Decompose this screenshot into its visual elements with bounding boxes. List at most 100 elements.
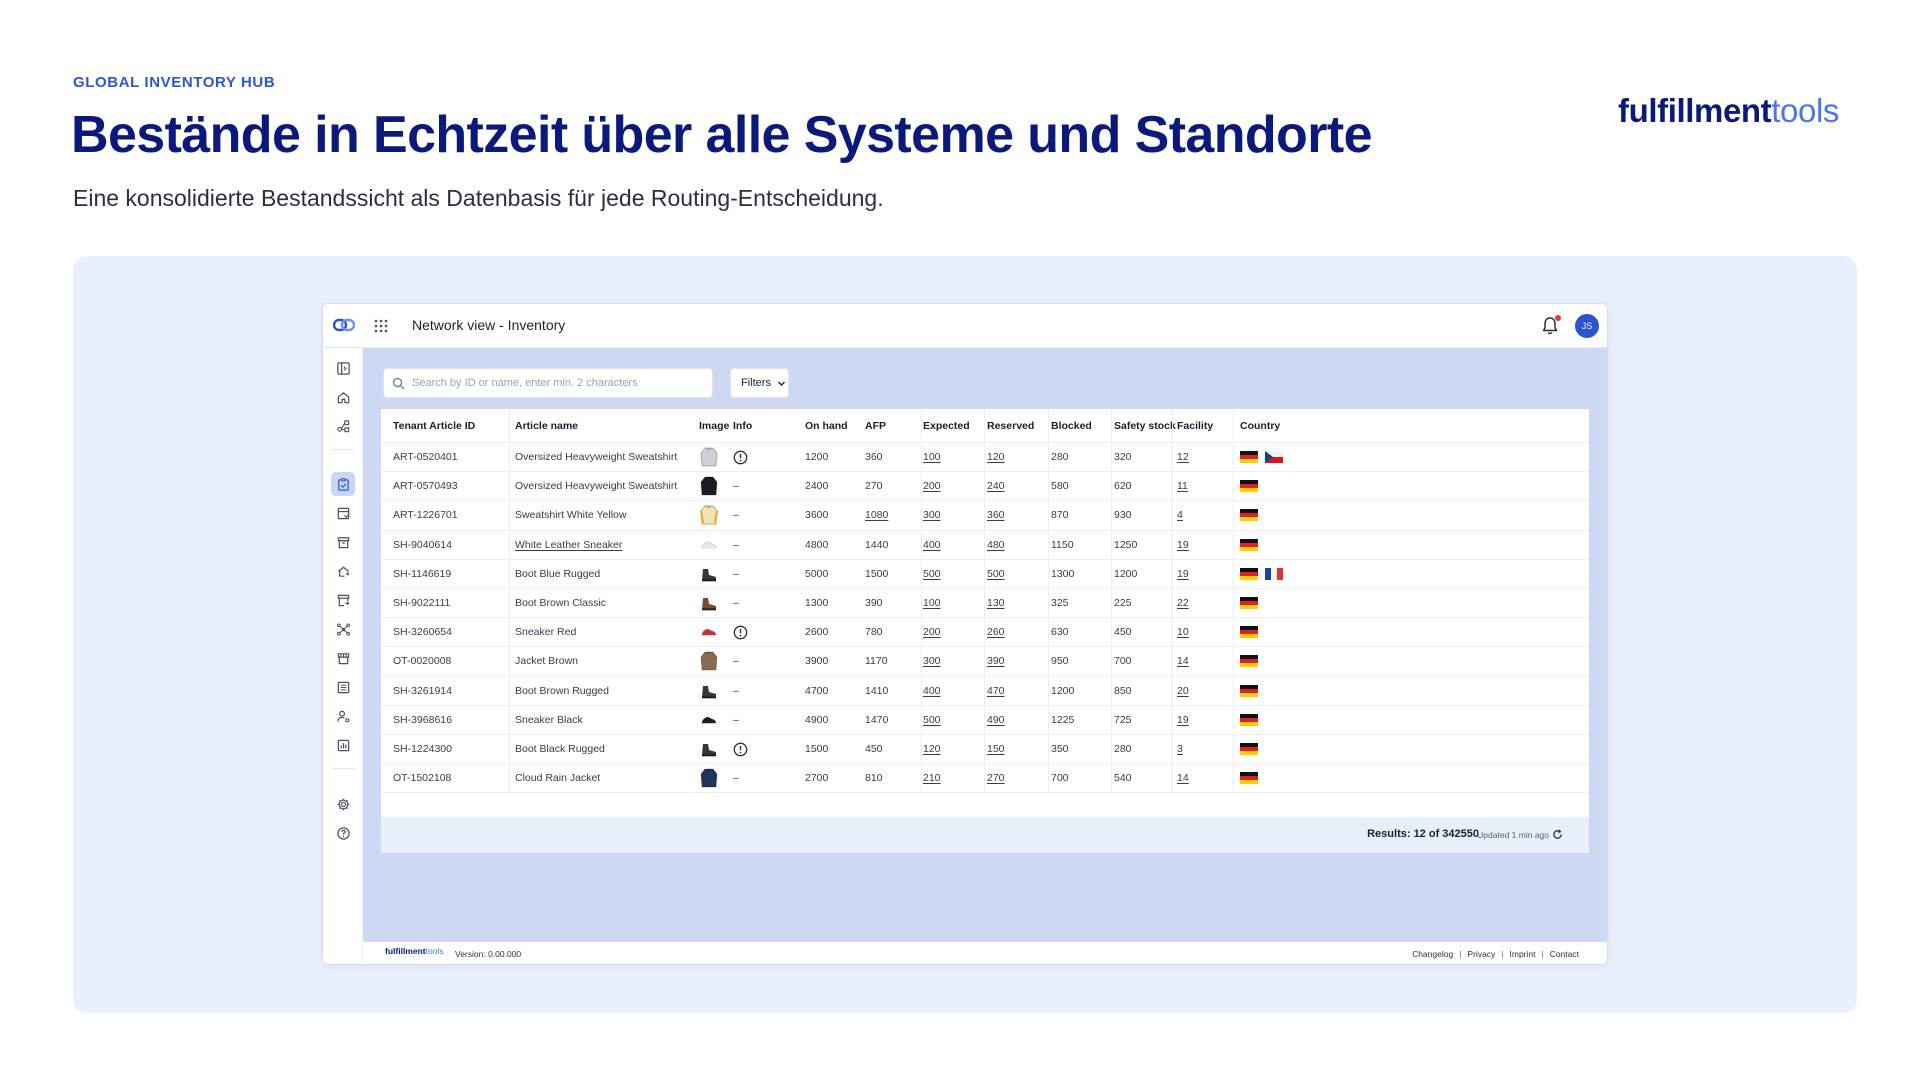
network-icon[interactable] [331,414,355,438]
col-reserved-value[interactable]: 270 [987,772,1005,784]
footer-link-imprint[interactable]: Imprint [1510,949,1536,959]
col-expected-value[interactable]: 400 [923,539,941,551]
product-thumbnail[interactable] [699,445,719,469]
table-row[interactable]: ART-0570493 Oversized Heavyweight Sweatsh… [381,472,1589,502]
user-settings-icon[interactable] [331,704,355,728]
col-expected-value[interactable]: 300 [923,509,941,521]
document-list-icon[interactable] [331,675,355,699]
col-reserved-value[interactable]: 150 [987,743,1005,755]
col-expected-header[interactable]: Expected [923,409,970,442]
col-reserved-value[interactable]: 490 [987,714,1005,726]
footer-link-contact[interactable]: Contact [1550,949,1579,959]
sidebar-toggle-icon[interactable] [331,356,355,380]
table-row[interactable]: SH-9040614 White Leather Sneaker – 4800 1440… [381,530,1589,560]
table-row[interactable]: SH-3260654 Sneaker Red 2600 780 200 260 630 450… [381,618,1589,648]
product-thumbnail[interactable] [699,708,719,732]
store-return-icon[interactable] [331,588,355,612]
hub-icon[interactable] [331,617,355,641]
product-thumbnail[interactable] [699,737,719,761]
table-row[interactable]: OT-0020008 Jacket Brown – 3900 1170 300 390 950… [381,647,1589,677]
col-facility-value[interactable]: 14 [1177,655,1189,667]
col-on-hand-header[interactable]: On hand [805,409,848,442]
col-info-header[interactable]: Info [733,409,752,442]
col-facility-header[interactable]: Facility [1177,409,1213,442]
apps-grid-icon[interactable] [374,319,388,333]
col-facility-value[interactable]: 4 [1177,509,1183,521]
product-thumbnail[interactable] [699,562,719,586]
footer-link-privacy[interactable]: Privacy [1467,949,1495,959]
product-thumbnail[interactable] [699,679,719,703]
table-row[interactable]: OT-1502108 Cloud Rain Jacket – 2700 810 210 27… [381,764,1589,794]
search-input[interactable] [412,369,708,397]
col-facility-value[interactable]: 12 [1177,451,1189,463]
col-blocked-header[interactable]: Blocked [1051,409,1092,442]
product-thumbnail[interactable] [699,766,719,790]
col-facility-value[interactable]: 14 [1177,772,1189,784]
product-thumbnail[interactable] [699,591,719,615]
col-expected-value[interactable]: 300 [923,655,941,667]
storefront-icon[interactable] [331,646,355,670]
app-logo-icon[interactable] [333,317,355,333]
col-expected-value[interactable]: 210 [923,772,941,784]
col-image-header[interactable]: Image [699,409,729,442]
col-reserved-value[interactable]: 390 [987,655,1005,667]
col-expected-value[interactable]: 200 [923,480,941,492]
table-row[interactable]: SH-3968616 Sneaker Black – 4900 1470 500 490 12… [381,705,1589,735]
table-row[interactable]: SH-1224300 Boot Black Rugged 1500 450 120 150… [381,735,1589,765]
col-facility-value[interactable]: 19 [1177,539,1189,551]
col-safety-stock-header[interactable]: Safety stock [1114,409,1176,442]
col-reserved-value[interactable]: 120 [987,451,1005,463]
col-facility-value[interactable]: 19 [1177,568,1189,580]
col-expected-value[interactable]: 500 [923,568,941,580]
user-avatar[interactable]: JS [1575,314,1599,338]
col-tenant-article-id-header[interactable]: Tenant Article ID [393,409,475,442]
product-thumbnail[interactable] [699,620,719,644]
col-country-header[interactable]: Country [1240,409,1280,442]
home-icon[interactable] [331,385,355,409]
settings-gear-icon[interactable] [331,792,355,816]
col-expected-value[interactable]: 100 [923,451,941,463]
stock-list-icon[interactable] [331,501,355,525]
col-expected-value[interactable]: 200 [923,626,941,638]
analytics-icon[interactable] [331,733,355,757]
col-facility-value[interactable]: 22 [1177,597,1189,609]
refresh-icon[interactable] [1552,829,1563,840]
col-expected-value[interactable]: 400 [923,685,941,697]
col-reserved-value[interactable]: 360 [987,509,1005,521]
footer-link-changelog[interactable]: Changelog [1412,949,1453,959]
col-reserved-value[interactable]: 470 [987,685,1005,697]
col-afp-header[interactable]: AFP [865,409,886,442]
col-facility-value[interactable]: 19 [1177,714,1189,726]
alert-info-icon[interactable] [733,742,748,757]
col-reserved-value[interactable]: 480 [987,539,1005,551]
col-reserved-value[interactable]: 500 [987,568,1005,580]
col-article-name-header[interactable]: Article name [515,409,578,442]
routing-home-icon[interactable] [331,559,355,583]
alert-info-icon[interactable] [733,450,748,465]
help-icon[interactable] [331,821,355,845]
table-row[interactable]: SH-1146619 Boot Blue Rugged – 5000 1500 500 50… [381,559,1589,589]
product-thumbnail[interactable] [699,533,719,557]
col-expected-value[interactable]: 100 [923,597,941,609]
col-reserved-value[interactable]: 240 [987,480,1005,492]
inventory-clipboard-icon[interactable] [331,472,355,496]
col-reserved-header[interactable]: Reserved [987,409,1034,442]
table-row[interactable]: SH-3261914 Boot Brown Rugged – 4700 1410 400 4… [381,676,1589,706]
table-row[interactable]: ART-1226701 Sweatshirt White Yellow – 3600 1… [381,501,1589,531]
product-thumbnail[interactable] [699,503,719,527]
col-facility-value[interactable]: 20 [1177,685,1189,697]
table-row[interactable]: SH-9022111 Boot Brown Classic – 1300 390 100 1… [381,589,1589,619]
archive-box-icon[interactable] [331,530,355,554]
table-row[interactable]: ART-0520401 Oversized Heavyweight Sweatsh… [381,443,1589,473]
product-thumbnail[interactable] [699,474,719,498]
col-reserved-value[interactable]: 130 [987,597,1005,609]
col-facility-value[interactable]: 3 [1177,743,1183,755]
col-expected-value[interactable]: 500 [923,714,941,726]
col-facility-value[interactable]: 11 [1177,480,1188,492]
alert-info-icon[interactable] [733,625,748,640]
col-reserved-value[interactable]: 260 [987,626,1005,638]
col-facility-value[interactable]: 10 [1177,626,1189,638]
col-expected-value[interactable]: 120 [923,743,941,755]
filters-button[interactable]: Filters [730,368,789,398]
product-thumbnail[interactable] [699,649,719,673]
